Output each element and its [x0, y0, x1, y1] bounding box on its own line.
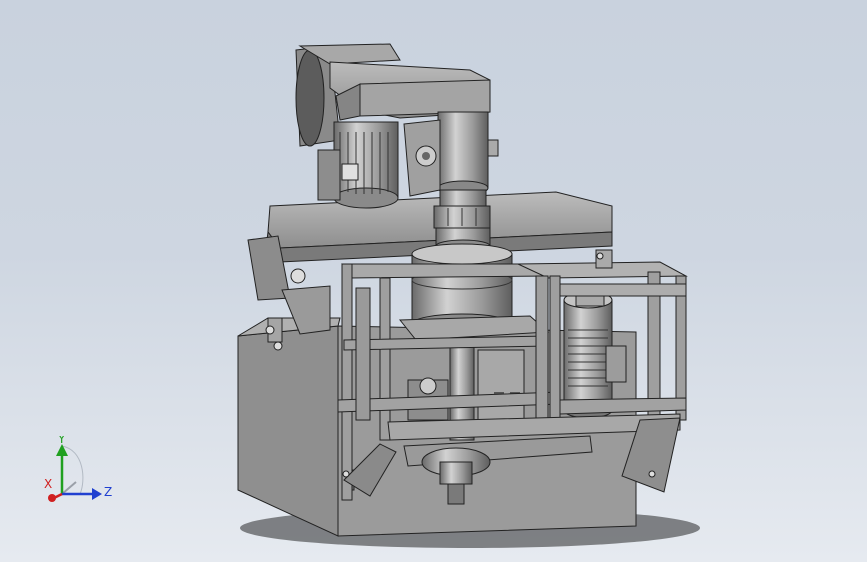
spindle-coupling[interactable] [433, 189, 491, 253]
x-axis-label: X [44, 477, 52, 491]
coordinate-triad: Y Z X [44, 436, 112, 502]
y-axis-label: Y [57, 436, 66, 446]
main-cylinder[interactable] [398, 243, 550, 341]
cad-viewport[interactable]: Y Z X [0, 0, 867, 562]
machine-assembly-model[interactable] [0, 0, 867, 562]
x-axis-arrow-head [48, 494, 56, 502]
z-axis-label: Z [104, 485, 112, 499]
z-axis-arrow-head [92, 488, 102, 500]
